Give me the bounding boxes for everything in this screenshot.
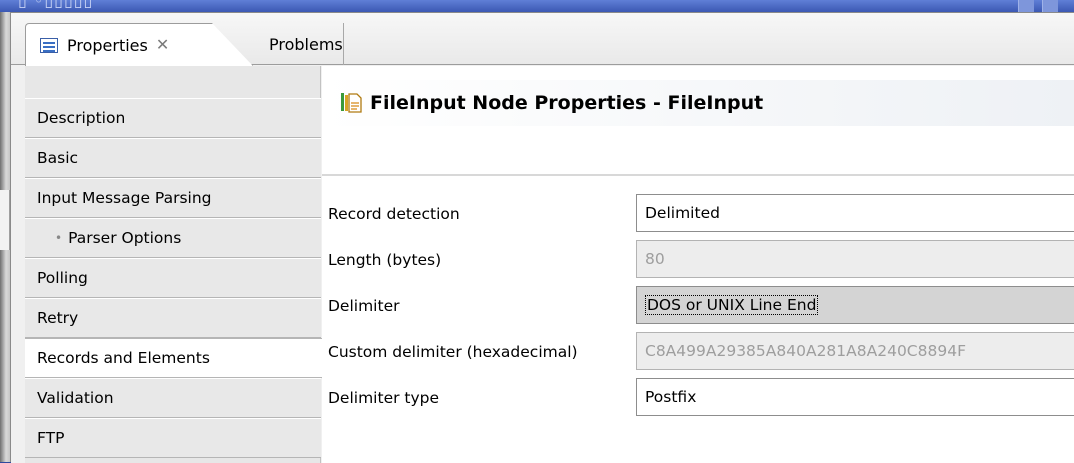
header-divider bbox=[322, 174, 1074, 176]
sidebar-item-input-message-parsing[interactable]: Input Message Parsing bbox=[25, 178, 321, 218]
sidebar-item-validation[interactable]: Validation bbox=[25, 378, 321, 418]
properties-main-panel: FileInput Node Properties - FileInput Re… bbox=[322, 66, 1074, 463]
sidebar-item-polling[interactable]: Polling bbox=[25, 258, 321, 298]
sidebar-item-label: Polling bbox=[37, 269, 88, 287]
custom-delimiter-field: C8A499A29385A840A281A8A240C8894F bbox=[636, 332, 1074, 370]
record-detection-select[interactable]: Delimited bbox=[636, 194, 1074, 232]
sidebar-item-parser-options[interactable]: • Parser Options bbox=[25, 218, 321, 258]
tab-problems[interactable]: Problems bbox=[269, 23, 343, 65]
dock-handle[interactable] bbox=[0, 190, 10, 250]
record-detection-label: Record detection bbox=[328, 205, 460, 223]
tab-properties[interactable]: Properties ✕ bbox=[25, 23, 253, 66]
properties-content: Description Basic Input Message Parsing … bbox=[11, 66, 1074, 463]
sidebar-item-label: Parser Options bbox=[68, 229, 182, 247]
sidebar-item-retry[interactable]: Retry bbox=[25, 298, 321, 338]
properties-header: FileInput Node Properties - FileInput bbox=[322, 80, 1074, 126]
left-dock-bar bbox=[0, 12, 10, 462]
close-icon[interactable]: ✕ bbox=[156, 37, 169, 53]
tab-divider bbox=[343, 23, 344, 65]
sidebar-item-basic[interactable]: Basic bbox=[25, 138, 321, 178]
sidebar-item-label: Basic bbox=[37, 149, 79, 167]
tab-properties-label: Properties bbox=[67, 35, 148, 55]
sidebar-item-description[interactable]: Description bbox=[25, 98, 321, 138]
tab-problems-label: Problems bbox=[269, 34, 343, 54]
window-control-icon[interactable] bbox=[1042, 0, 1058, 12]
properties-icon bbox=[40, 37, 58, 53]
sidebar-item-label: Retry bbox=[37, 309, 79, 327]
bullet-icon: • bbox=[55, 231, 63, 245]
delimiter-select[interactable]: DOS or UNIX Line End bbox=[636, 286, 1074, 324]
property-categories: Description Basic Input Message Parsing … bbox=[25, 66, 322, 463]
length-bytes-field: 80 bbox=[636, 240, 1074, 278]
sidebar-item-ftp[interactable]: FTP bbox=[25, 418, 321, 458]
sidebar-item-label: Input Message Parsing bbox=[37, 189, 212, 207]
delimiter-type-label: Delimiter type bbox=[328, 389, 440, 407]
sidebar-item-label: Validation bbox=[37, 389, 114, 407]
length-bytes-label: Length (bytes) bbox=[328, 251, 442, 269]
delimiter-type-select[interactable]: Postfix bbox=[636, 378, 1074, 416]
custom-delimiter-label: Custom delimiter (hexadecimal) bbox=[328, 343, 578, 361]
sidebar-item-label: Records and Elements bbox=[37, 349, 210, 367]
view-tab-bar: Properties ✕ Problems bbox=[11, 13, 1074, 66]
window-control-icon[interactable] bbox=[1018, 0, 1034, 12]
window-title-strip: ▯ ◦▯▯▯▯▯ bbox=[0, 0, 1074, 12]
properties-view: Properties ✕ Problems Description Basic … bbox=[10, 12, 1074, 463]
page-title: FileInput Node Properties - FileInput bbox=[370, 92, 764, 114]
delimiter-label: Delimiter bbox=[328, 297, 400, 315]
sidebar-item-label: FTP bbox=[37, 429, 65, 447]
sidebar-item-records-and-elements[interactable]: Records and Elements bbox=[25, 338, 322, 378]
window-title-ghost: ▯ ◦▯▯▯▯▯ bbox=[18, 0, 94, 10]
window-frame: ▯ ◦▯▯▯▯▯ Properties ✕ Problems Descripti… bbox=[0, 0, 1074, 463]
file-input-node-icon bbox=[340, 91, 362, 115]
sidebar-item-label: Description bbox=[37, 109, 126, 127]
